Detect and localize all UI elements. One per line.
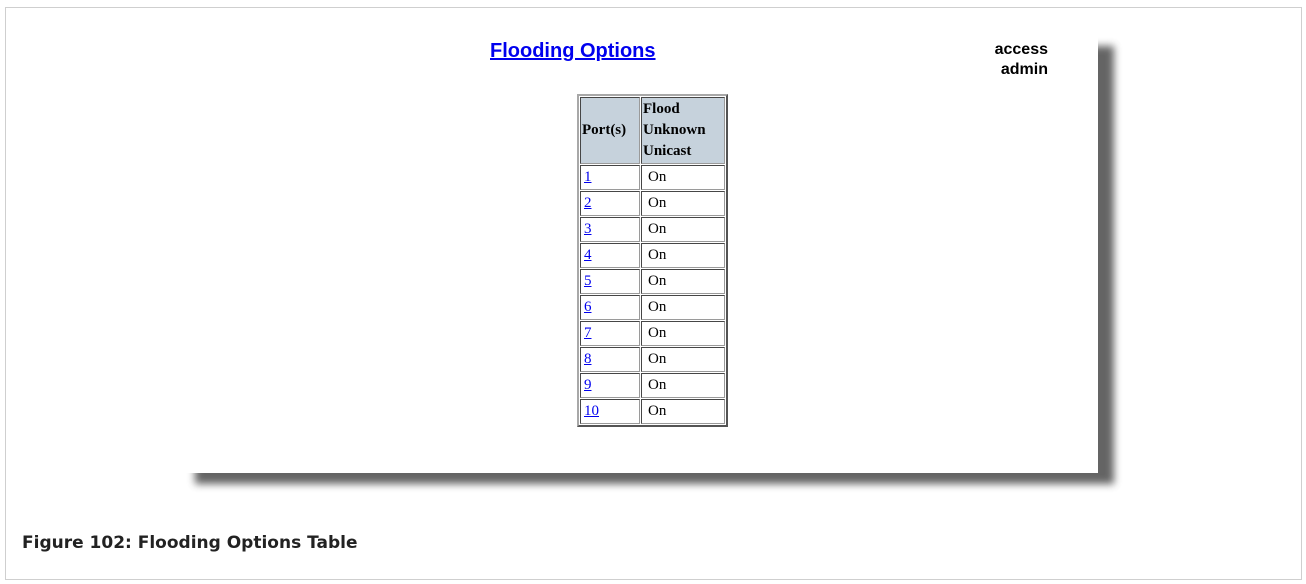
flood-value-3: On xyxy=(641,217,725,242)
header-line-2: Unknown xyxy=(643,122,706,138)
port-link-1[interactable]: 1 xyxy=(584,169,592,185)
column-header-ports: Port(s) xyxy=(580,97,640,164)
port-link-5[interactable]: 5 xyxy=(584,273,592,289)
flood-value-8: On xyxy=(641,347,725,372)
table-row: 8 On xyxy=(580,347,725,372)
table-row: 2 On xyxy=(580,191,725,216)
flood-value-9: On xyxy=(641,373,725,398)
table-row: 9 On xyxy=(580,373,725,398)
table-header-row: Port(s) Flood Unknown Unicast xyxy=(580,97,725,164)
flood-value-5: On xyxy=(641,269,725,294)
flood-value-7: On xyxy=(641,321,725,346)
flood-value-2: On xyxy=(641,191,725,216)
flood-value-1: On xyxy=(641,165,725,190)
page-title-link[interactable]: Flooding Options xyxy=(490,40,656,63)
port-link-10[interactable]: 10 xyxy=(584,403,599,419)
port-link-2[interactable]: 2 xyxy=(584,195,592,211)
table-row: 1 On xyxy=(580,165,725,190)
user-info: access admin xyxy=(995,40,1048,80)
flood-value-4: On xyxy=(641,243,725,268)
port-link-7[interactable]: 7 xyxy=(584,325,592,341)
user-name-label: admin xyxy=(1000,61,1048,78)
header-line-1: Flood xyxy=(643,101,680,117)
header-line-3: Unicast xyxy=(643,143,692,159)
table-row: 6 On xyxy=(580,295,725,320)
table-row: 7 On xyxy=(580,321,725,346)
port-link-3[interactable]: 3 xyxy=(584,221,592,237)
table-row: 3 On xyxy=(580,217,725,242)
table-row: 10 On xyxy=(580,399,725,424)
user-access-label: access xyxy=(994,41,1048,58)
figure-caption: Figure 102: Flooding Options Table xyxy=(22,533,358,553)
flood-value-10: On xyxy=(641,399,725,424)
port-link-8[interactable]: 8 xyxy=(584,351,592,367)
table-row: 5 On xyxy=(580,269,725,294)
port-link-4[interactable]: 4 xyxy=(584,247,592,263)
flooding-options-table: Port(s) Flood Unknown Unicast 1 On 2 On … xyxy=(577,94,728,427)
table-row: 4 On xyxy=(580,243,725,268)
screenshot-panel: Flooding Options access admin Port(s) Fl… xyxy=(184,36,1098,473)
flood-value-6: On xyxy=(641,295,725,320)
port-link-6[interactable]: 6 xyxy=(584,299,592,315)
port-link-9[interactable]: 9 xyxy=(584,377,592,393)
column-header-flood-unknown-unicast: Flood Unknown Unicast xyxy=(641,97,725,164)
